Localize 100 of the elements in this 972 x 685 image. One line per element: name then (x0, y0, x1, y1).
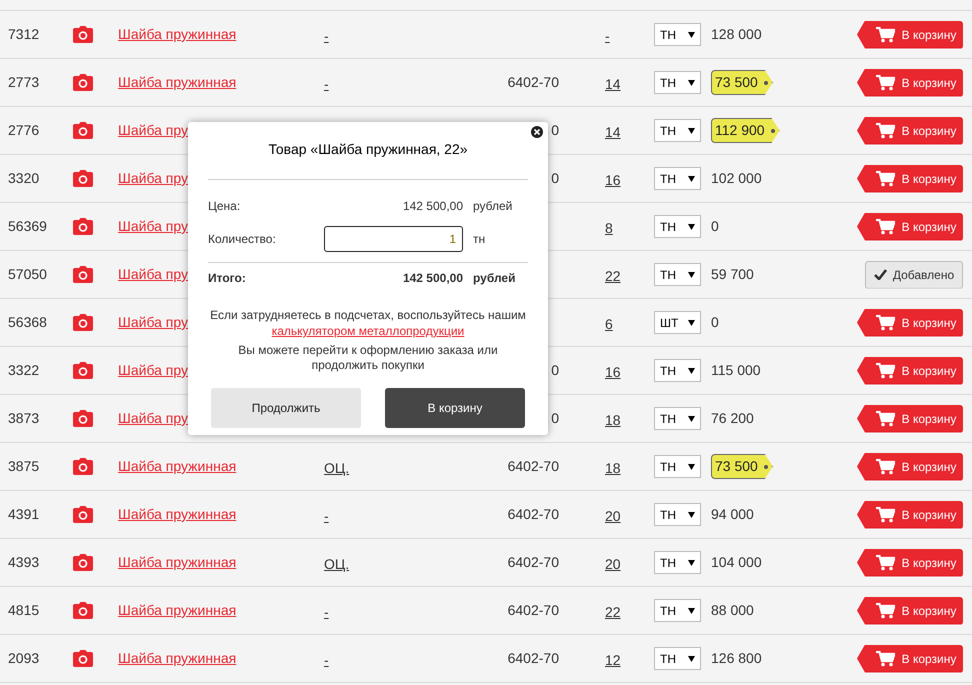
size-link[interactable]: 22 (605, 602, 621, 623)
total-value: 142 500,00 (402, 270, 463, 287)
added-button[interactable]: Добавлено (865, 260, 963, 288)
add-to-cart-button[interactable]: В корзину (857, 68, 963, 96)
add-to-cart-button[interactable]: В корзину (857, 164, 963, 192)
product-link[interactable]: Шайба пружинная (118, 504, 236, 525)
add-to-cart-button[interactable]: В корзину (857, 500, 963, 528)
size-link[interactable]: - (605, 26, 610, 47)
unit-select[interactable]: ТН (654, 647, 701, 670)
price-tag: 112 900 (711, 118, 780, 143)
camera-icon[interactable] (73, 122, 93, 139)
add-to-cart-button[interactable]: В корзину (857, 404, 963, 432)
item-id: 3320 (8, 169, 40, 188)
unit-select[interactable]: ТН (654, 215, 701, 238)
camera-icon[interactable] (73, 218, 93, 235)
continue-button[interactable]: Продолжить (211, 388, 361, 428)
product-link[interactable]: Шайба пружинная (118, 552, 236, 573)
add-to-cart-button[interactable]: В корзину (857, 596, 963, 624)
coating-link[interactable]: ОЦ. (324, 554, 350, 575)
camera-icon[interactable] (73, 266, 93, 283)
coating-link[interactable]: - (324, 506, 329, 527)
unit-select[interactable]: ТН (654, 551, 701, 574)
product-link[interactable]: Шайба пружинная (118, 648, 236, 669)
close-icon[interactable] (531, 126, 543, 138)
add-to-cart-button[interactable]: В корзину (857, 644, 963, 672)
size-link[interactable]: 8 (605, 218, 613, 239)
coating-link[interactable]: ОЦ. (324, 458, 350, 479)
product-link[interactable]: Шайба пру (118, 216, 188, 237)
unit-select[interactable]: ТН (654, 119, 701, 142)
cart-icon (876, 458, 895, 474)
camera-icon[interactable] (73, 170, 93, 187)
product-link[interactable]: Шайба пру (118, 264, 188, 285)
add-to-cart-button[interactable]: В корзину (857, 548, 963, 576)
camera-icon[interactable] (73, 410, 93, 427)
size-link[interactable]: 20 (605, 554, 621, 575)
checkmark-icon (874, 269, 887, 280)
calculator-link[interactable]: калькулятором металлопродукции (272, 323, 464, 339)
standard-text: 6402-70 (508, 505, 559, 524)
cart-icon (876, 650, 895, 666)
camera-icon[interactable] (73, 362, 93, 379)
product-link[interactable]: Шайба пружинная (118, 24, 236, 45)
unit-select[interactable]: ТН (654, 503, 701, 526)
price-text: 104 000 (711, 553, 762, 572)
standard-text: 6402-70 (508, 601, 559, 620)
product-link[interactable]: Шайба пру (118, 360, 188, 381)
standard-text: 6402-70 (508, 649, 559, 668)
coating-link[interactable]: - (324, 74, 329, 95)
camera-icon[interactable] (73, 554, 93, 571)
cart-button[interactable]: В корзину (385, 388, 525, 428)
size-link[interactable]: 14 (605, 74, 621, 95)
coating-link[interactable]: - (324, 26, 329, 47)
camera-icon[interactable] (73, 458, 93, 475)
product-link[interactable]: Шайба пру (118, 120, 188, 141)
unit-select[interactable]: ТН (654, 599, 701, 622)
unit-select[interactable]: ТН (654, 167, 701, 190)
dropdown-caret-icon (688, 320, 695, 326)
size-link[interactable]: 18 (605, 458, 621, 479)
item-id: 3875 (8, 457, 40, 476)
product-link[interactable]: Шайба пружинная (118, 72, 236, 93)
add-to-cart-button[interactable]: В корзину (857, 452, 963, 480)
camera-icon[interactable] (73, 314, 93, 331)
product-link[interactable]: Шайба пру (118, 408, 188, 429)
dropdown-caret-icon (688, 176, 695, 182)
unit-select[interactable]: ТН (654, 359, 701, 382)
unit-select[interactable]: ТН (654, 263, 701, 286)
add-to-cart-button[interactable]: В корзину (857, 116, 963, 144)
size-link[interactable]: 14 (605, 122, 621, 143)
size-link[interactable]: 6 (605, 314, 613, 335)
product-link[interactable]: Шайба пру (118, 312, 188, 333)
unit-select[interactable]: ТН (654, 407, 701, 430)
camera-icon[interactable] (73, 26, 93, 43)
price-tag: 73 500 (711, 70, 773, 95)
size-link[interactable]: 12 (605, 650, 621, 671)
cart-icon (876, 410, 895, 426)
coating-link[interactable]: - (324, 602, 329, 623)
cart-icon (876, 314, 895, 330)
size-link[interactable]: 22 (605, 266, 621, 287)
quantity-field[interactable]: 1 (324, 226, 463, 252)
coating-link[interactable]: - (324, 650, 329, 671)
add-to-cart-button[interactable]: В корзину (857, 356, 963, 384)
price-text: 59 700 (711, 265, 754, 284)
camera-icon[interactable] (73, 74, 93, 91)
add-to-cart-button[interactable]: В корзину (857, 212, 963, 240)
size-link[interactable]: 16 (605, 170, 621, 191)
size-link[interactable]: 20 (605, 506, 621, 527)
camera-icon[interactable] (73, 602, 93, 619)
size-link[interactable]: 16 (605, 362, 621, 383)
product-link[interactable]: Шайба пру (118, 168, 188, 189)
unit-select[interactable]: ТН (654, 71, 701, 94)
price-text: 115 000 (711, 361, 761, 380)
unit-select[interactable]: ТН (654, 23, 701, 46)
camera-icon[interactable] (73, 650, 93, 667)
product-link[interactable]: Шайба пружинная (118, 600, 236, 621)
camera-icon[interactable] (73, 506, 93, 523)
add-to-cart-button[interactable]: В корзину (857, 20, 963, 48)
unit-select[interactable]: ТН (654, 455, 701, 478)
add-to-cart-button[interactable]: В корзину (857, 308, 963, 336)
size-link[interactable]: 18 (605, 410, 621, 431)
product-link[interactable]: Шайба пружинная (118, 456, 236, 477)
unit-select[interactable]: ШТ (654, 311, 701, 334)
